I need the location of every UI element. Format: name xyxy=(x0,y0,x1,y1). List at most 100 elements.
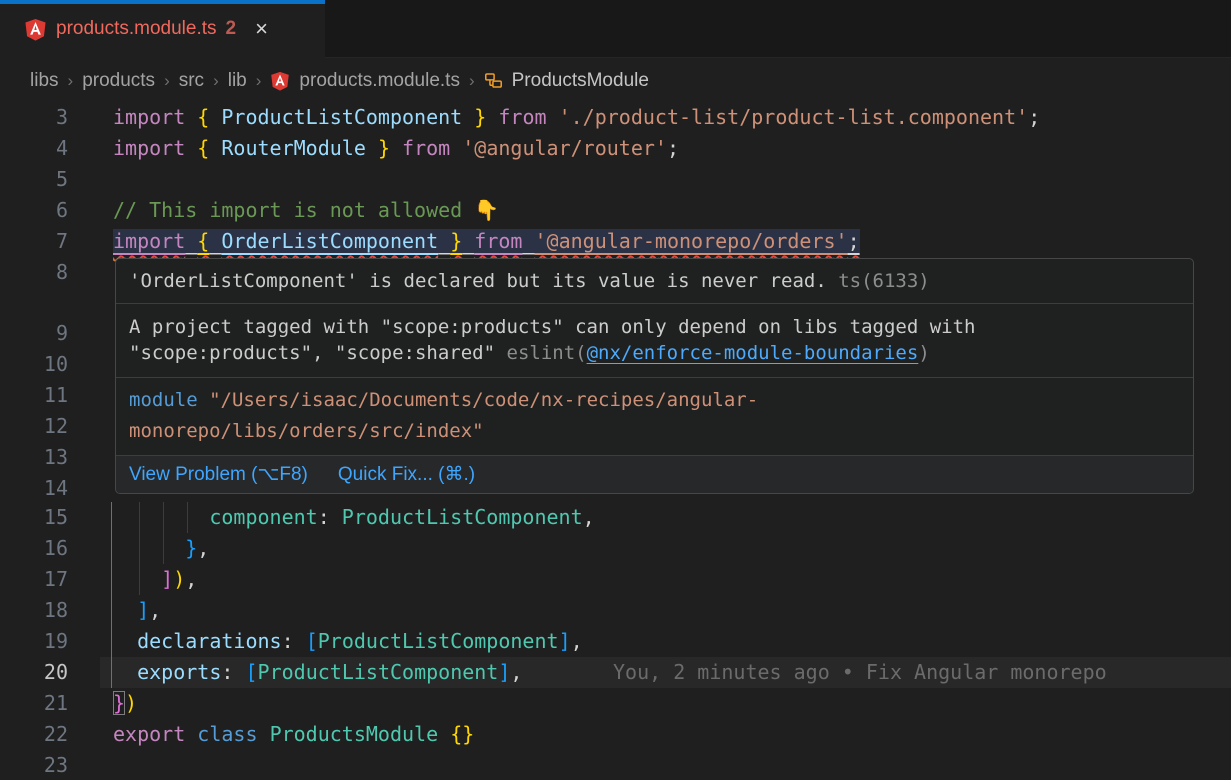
code-token xyxy=(185,105,197,129)
line-number: 6 xyxy=(0,195,68,226)
line-number: 3 xyxy=(0,102,68,133)
code-token: : xyxy=(318,505,342,529)
code-token xyxy=(185,136,197,160)
code-token: , xyxy=(185,567,197,591)
line-number: 23 xyxy=(0,750,68,780)
code-token: , xyxy=(583,505,595,529)
code-line-23[interactable]: 23 xyxy=(0,750,1231,780)
code-line-20[interactable]: 20 exports: [ProductListComponent],You, … xyxy=(0,657,1231,688)
code-token: : xyxy=(282,629,306,653)
code-token: A project tagged with "scope:products" c… xyxy=(129,316,975,338)
vscode-window: products.module.ts 2 × libs › products ›… xyxy=(0,0,1231,780)
breadcrumb-item-symbol[interactable]: ProductsModule xyxy=(512,70,649,92)
code-token: ) xyxy=(173,567,185,591)
code-line-16[interactable]: 16 }, xyxy=(0,533,1231,564)
view-problem-link[interactable]: View Problem (⌥F8) xyxy=(129,463,308,486)
active-indent-guide xyxy=(111,626,112,657)
breadcrumb-item-src[interactable]: src xyxy=(179,70,204,92)
code-text: }) xyxy=(113,688,137,719)
code-token: { xyxy=(197,229,209,253)
code-token xyxy=(522,229,534,253)
code-token: 'OrderListComponent' is declared but its… xyxy=(129,270,827,292)
code-token: ProductListComponent xyxy=(318,629,559,653)
code-token xyxy=(113,567,161,591)
code-token: import xyxy=(113,229,185,253)
code-token: from xyxy=(474,229,522,253)
code-token: { xyxy=(197,136,209,160)
tab-problem-badge: 2 xyxy=(226,18,237,40)
code-token: // This import is not allowed xyxy=(113,198,474,222)
tab-bar: products.module.ts 2 × xyxy=(0,0,1231,58)
breadcrumb-separator: › xyxy=(68,71,74,91)
code-token xyxy=(113,629,137,653)
active-indent-guide xyxy=(111,595,112,626)
breadcrumb-item-products[interactable]: products xyxy=(82,70,155,92)
line-number: 12 xyxy=(0,411,68,442)
code-token: import xyxy=(113,105,185,129)
code-token: declarations xyxy=(137,629,282,653)
code-text: declarations: [ProductListComponent], xyxy=(113,626,583,657)
quick-fix-link[interactable]: Quick Fix... (⌘.) xyxy=(338,463,475,486)
code-token xyxy=(113,598,137,622)
hover-ts-diagnostic: 'OrderListComponent' is declared but its… xyxy=(116,259,1193,303)
code-token xyxy=(185,229,197,253)
code-token xyxy=(438,722,450,746)
code-token xyxy=(209,105,221,129)
code-token: ) xyxy=(125,691,137,715)
code-token xyxy=(462,105,474,129)
code-line-5[interactable]: 5 xyxy=(0,164,1231,195)
code-token: {} xyxy=(450,722,474,746)
hover-eslint-diagnostic: A project tagged with "scope:products" c… xyxy=(116,304,1193,377)
code-token: [ xyxy=(306,629,318,653)
code-text: import { RouterModule } from '@angular/r… xyxy=(113,133,679,164)
line-number: 15 xyxy=(0,502,68,533)
code-token: ProductListComponent xyxy=(221,105,462,129)
code-token xyxy=(113,505,209,529)
code-line-15[interactable]: 15 component: ProductListComponent, xyxy=(0,502,1231,533)
code-text: import { OrderListComponent } from '@ang… xyxy=(113,226,860,257)
code-token: ] xyxy=(137,598,149,622)
code-text: import { ProductListComponent } from './… xyxy=(113,102,1040,133)
code-token: } xyxy=(185,536,197,560)
code-token: ProductListComponent xyxy=(258,660,499,684)
tab-products-module[interactable]: products.module.ts 2 × xyxy=(0,0,325,58)
eslint-rule-link[interactable]: @nx/enforce-module-boundaries xyxy=(587,342,919,364)
line-number: 21 xyxy=(0,688,68,719)
error-squiggle: import { OrderListComponent } from '@ang… xyxy=(113,229,860,253)
code-line-4[interactable]: 4import { RouterModule } from '@angular/… xyxy=(0,133,1231,164)
active-indent-guide xyxy=(111,502,112,533)
close-icon[interactable]: × xyxy=(255,18,268,40)
code-line-21[interactable]: 21}) xyxy=(0,688,1231,719)
angular-icon xyxy=(24,18,47,41)
code-token: ] xyxy=(498,660,510,684)
line-number: 11 xyxy=(0,380,68,411)
code-line-17[interactable]: 17 ]), xyxy=(0,564,1231,595)
line-number: 20 xyxy=(0,657,68,688)
breadcrumb-separator: › xyxy=(256,71,262,91)
breadcrumb-item-lib[interactable]: lib xyxy=(228,70,247,92)
code-token: export xyxy=(113,722,185,746)
hover-text-line: module "/Users/isaac/Documents/code/nx-r… xyxy=(129,385,1180,416)
breadcrumb-separator: › xyxy=(469,71,475,91)
code-text: export class ProductsModule {} xyxy=(113,719,474,750)
code-token: module xyxy=(129,389,198,411)
code-token xyxy=(450,136,462,160)
class-symbol-icon xyxy=(484,71,503,90)
module-specifier-link[interactable]: '@angular-monorepo/orders' xyxy=(535,229,848,253)
code-line-7[interactable]: 7import { OrderListComponent } from '@an… xyxy=(0,226,1231,257)
code-line-19[interactable]: 19 declarations: [ProductListComponent], xyxy=(0,626,1231,657)
code-line-3[interactable]: 3 import { ProductListComponent } from '.… xyxy=(0,102,1231,133)
code-line-18[interactable]: 18 ], xyxy=(0,595,1231,626)
active-tab-indicator xyxy=(0,0,325,4)
code-token: : xyxy=(221,660,245,684)
breadcrumb-item-libs[interactable]: libs xyxy=(30,70,59,92)
code-token: ts(6133) xyxy=(827,270,930,292)
code-token: './product-list/product-list.component' xyxy=(559,105,1029,129)
breadcrumb: libs › products › src › lib › products.m… xyxy=(0,59,1231,102)
line-number: 17 xyxy=(0,564,68,595)
breadcrumb-item-file[interactable]: products.module.ts xyxy=(299,70,460,92)
code-line-22[interactable]: 22export class ProductsModule {} xyxy=(0,719,1231,750)
code-editor[interactable]: 'OrderListComponent' is declared but its… xyxy=(0,102,1231,780)
code-line-6[interactable]: 6// This import is not allowed 👇 xyxy=(0,195,1231,226)
line-number: 13 xyxy=(0,442,68,473)
